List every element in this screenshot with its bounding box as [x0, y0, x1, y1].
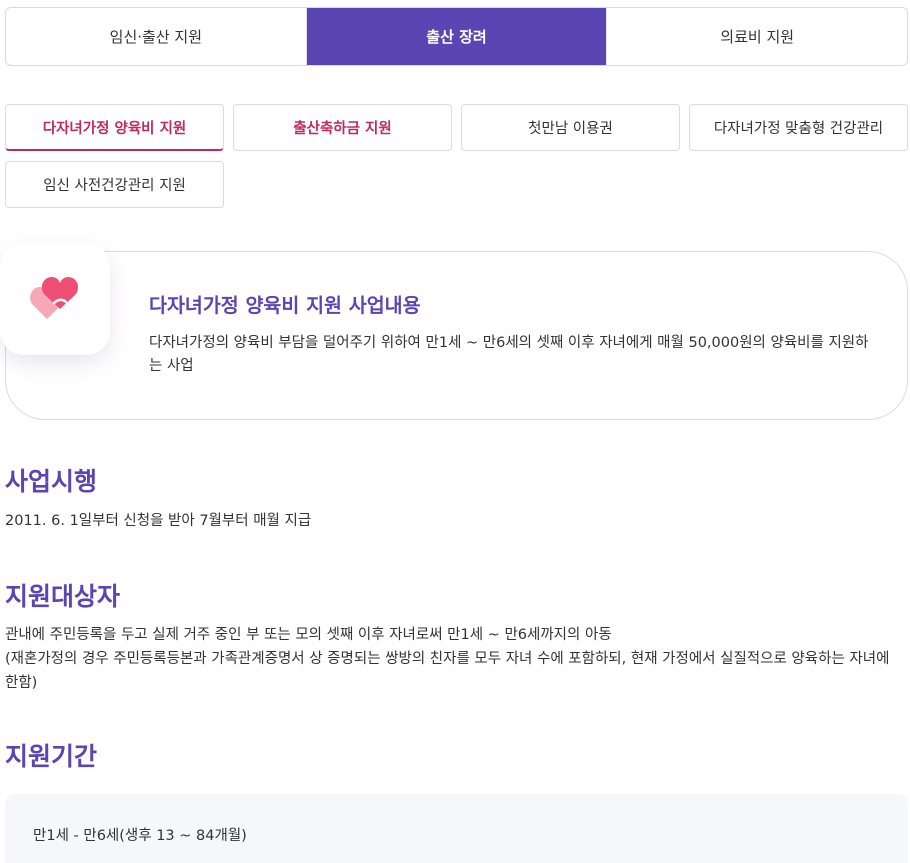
tab-birth-encouragement[interactable]: 출산 장려	[305, 8, 607, 65]
section-text-target: 관내에 주민등록을 두고 실제 거주 중인 부 또는 모의 셋째 이후 자녀로써…	[5, 623, 905, 695]
section-title-period: 지원기간	[5, 732, 110, 773]
sub-tab-multichild-childcare[interactable]: 다자녀가정 양육비 지원	[5, 104, 224, 151]
sub-tab-multichild-health[interactable]: 다자녀가정 맞춤형 건강관리	[689, 104, 908, 151]
heart-icon	[30, 277, 79, 319]
intro-description: 다자녀가정의 양육비 부담을 덜어주기 위하여 만1세 ~ 만6세의 셋째 이후…	[149, 335, 869, 374]
intro-icon-box	[0, 243, 110, 355]
section-title-start: 사업시행	[5, 457, 110, 498]
sub-tab-birth-congratulation[interactable]: 출산축하금 지원	[233, 104, 452, 151]
section-text-period: 만1세 - 만6세(생후 13 ~ 84개월)	[33, 828, 247, 844]
section-title-target: 지원대상자	[5, 572, 134, 613]
sub-tab-pre-pregnancy-health[interactable]: 임신 사전건강관리 지원	[5, 161, 224, 208]
tab-medical-support[interactable]: 의료비 지원	[606, 8, 907, 65]
sub-tab-first-meeting-voucher[interactable]: 첫만남 이용권	[461, 104, 680, 151]
tab-pregnancy-birth-support[interactable]: 임신·출산 지원	[6, 8, 306, 65]
intro-title: 다자녀가정 양육비 지원 사업내용	[149, 294, 421, 317]
section-text-start: 2011. 6. 1일부터 신청을 받아 7월부터 매월 지급	[5, 513, 312, 529]
target-line-1: 관내에 주민등록을 두고 실제 거주 중인 부 또는 모의 셋째 이후 자녀로써…	[5, 627, 612, 643]
top-tab-bar: 임신·출산 지원 출산 장려 의료비 지원	[5, 7, 908, 66]
target-line-2: (재혼가정의 경우 주민등록등본과 가족관계증명서 상 증명되는 쌍방의 친자를…	[5, 651, 890, 691]
